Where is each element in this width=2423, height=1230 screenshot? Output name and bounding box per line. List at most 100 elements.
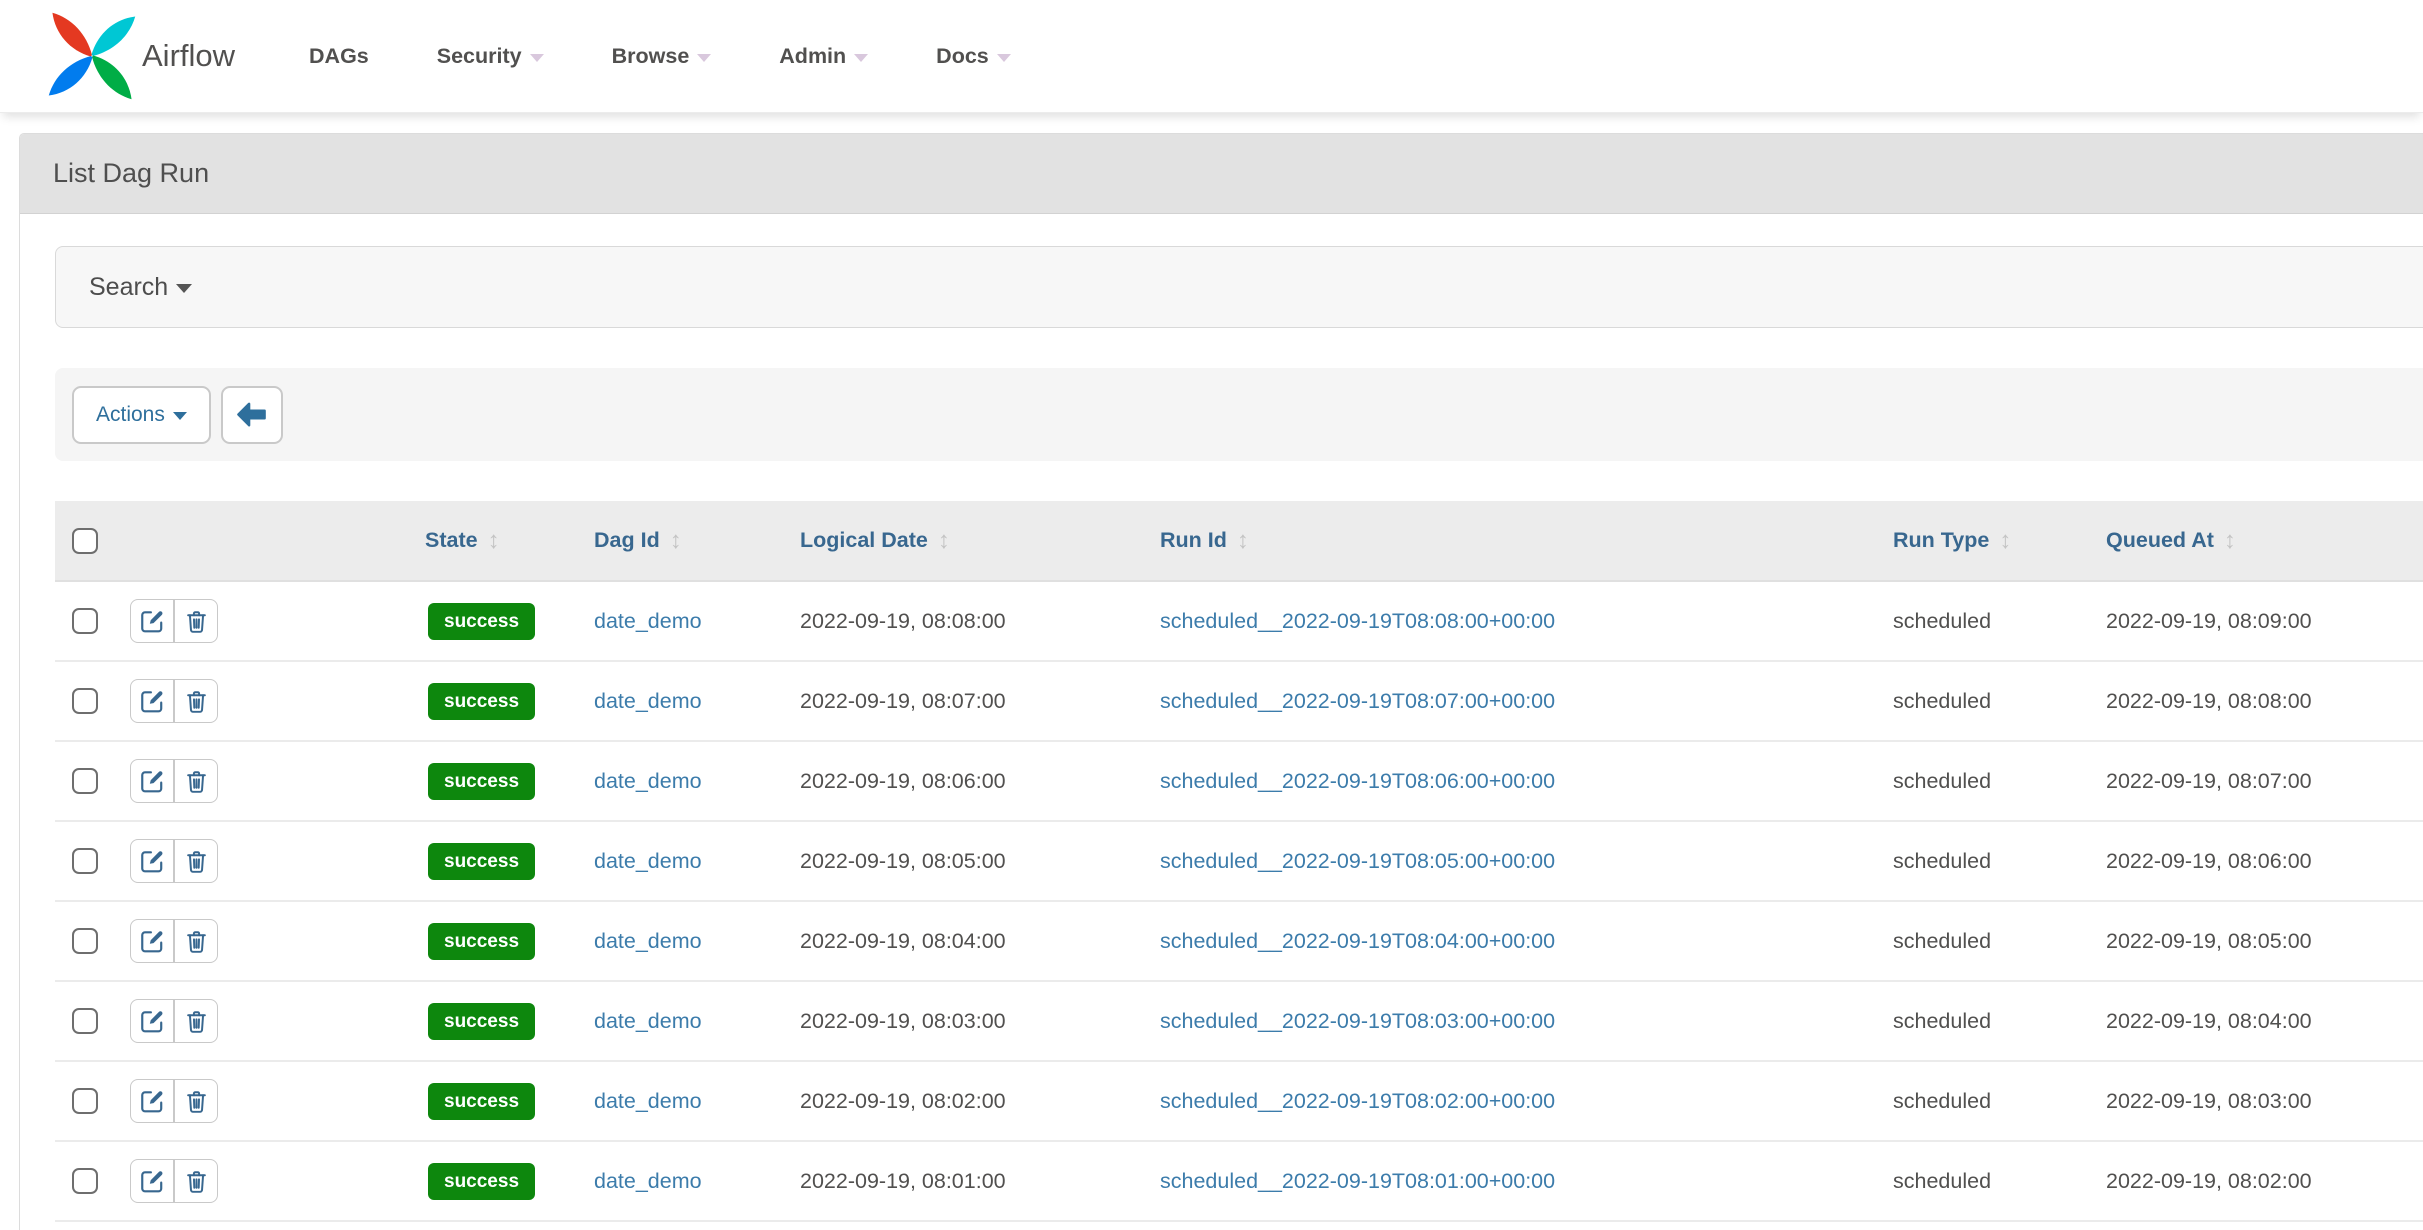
queued-at-cell: 2022-09-19, 08:06:00	[2106, 821, 2423, 901]
run-id-link[interactable]: scheduled__2022-09-19T08:05:00+00:00	[1160, 849, 1555, 873]
sort-icon: ↕	[670, 527, 682, 555]
trash-icon	[184, 609, 209, 634]
run-type-cell: scheduled	[1893, 901, 2106, 981]
edit-pencil-icon	[139, 608, 165, 634]
edit-record-button[interactable]	[130, 919, 174, 963]
row-checkbox[interactable]	[72, 688, 98, 714]
dag-id-link[interactable]: date_demo	[594, 689, 702, 713]
sortable-column-header[interactable]: Run Type ↕	[1893, 527, 2106, 555]
dag-id-link[interactable]: date_demo	[594, 769, 702, 793]
sortable-column-header[interactable]: Queued At ↕	[2106, 527, 2423, 555]
queued-at-cell: 2022-09-19, 08:03:00	[2106, 1061, 2423, 1141]
trash-icon	[184, 769, 209, 794]
row-checkbox[interactable]	[72, 1168, 98, 1194]
dag-id-link[interactable]: date_demo	[594, 849, 702, 873]
state-badge: success	[428, 1003, 535, 1040]
run-id-link[interactable]: scheduled__2022-09-19T08:02:00+00:00	[1160, 1089, 1555, 1113]
page-title: List Dag Run	[20, 134, 2423, 214]
edit-record-button[interactable]	[130, 999, 174, 1043]
sortable-column-header[interactable]: Run Id ↕	[1160, 527, 1893, 555]
nav-item[interactable]: DAGs	[275, 44, 403, 69]
logical-date-cell: 2022-09-19, 08:08:00	[800, 581, 1160, 661]
search-filter-toggle[interactable]: Search	[55, 246, 2423, 328]
airflow-pinwheel-logo-icon	[46, 10, 138, 102]
dag-id-link[interactable]: date_demo	[594, 1009, 702, 1033]
select-all-checkbox[interactable]	[72, 528, 98, 554]
trash-icon	[184, 1089, 209, 1114]
edit-record-button[interactable]	[130, 1159, 174, 1203]
sortable-column-header[interactable]: Dag Id ↕	[594, 527, 800, 555]
logical-date-cell: 2022-09-19, 08:05:00	[800, 821, 1160, 901]
edit-record-button[interactable]	[130, 679, 174, 723]
sort-icon: ↕	[488, 527, 500, 555]
sort-icon: ↕	[2224, 527, 2236, 555]
run-id-link[interactable]: scheduled__2022-09-19T08:08:00+00:00	[1160, 609, 1555, 633]
caret-down-icon	[997, 54, 1011, 62]
edit-pencil-icon	[139, 1088, 165, 1114]
dag-id-link[interactable]: date_demo	[594, 609, 702, 633]
actions-column-header	[130, 501, 425, 581]
nav-item[interactable]: Admin	[745, 44, 902, 69]
table-row: success date_demo 2022-09-19, 08:08:00 s…	[55, 581, 2423, 661]
delete-record-button[interactable]	[174, 1079, 218, 1123]
row-actions	[130, 919, 218, 963]
run-id-link[interactable]: scheduled__2022-09-19T08:03:00+00:00	[1160, 1009, 1555, 1033]
row-checkbox[interactable]	[72, 1088, 98, 1114]
delete-record-button[interactable]	[174, 919, 218, 963]
table-header-row: State ↕ Dag Id ↕ Logical Date ↕ Run Id ↕…	[55, 501, 2423, 581]
state-badge: success	[428, 1163, 535, 1200]
caret-down-icon	[697, 54, 711, 62]
queued-at-cell: 2022-09-19, 08:07:00	[2106, 741, 2423, 821]
row-actions	[130, 1159, 218, 1203]
actions-toolbar: Actions	[55, 368, 2423, 461]
run-type-cell: scheduled	[1893, 821, 2106, 901]
row-checkbox[interactable]	[72, 768, 98, 794]
run-id-link[interactable]: scheduled__2022-09-19T08:06:00+00:00	[1160, 769, 1555, 793]
run-id-link[interactable]: scheduled__2022-09-19T08:01:00+00:00	[1160, 1169, 1555, 1193]
dag-id-link[interactable]: date_demo	[594, 1089, 702, 1113]
search-label: Search	[89, 273, 168, 302]
delete-record-button[interactable]	[174, 1159, 218, 1203]
row-checkbox[interactable]	[72, 1008, 98, 1034]
sortable-column-header[interactable]: State ↕	[425, 527, 594, 555]
delete-record-button[interactable]	[174, 999, 218, 1043]
row-checkbox[interactable]	[72, 928, 98, 954]
edit-record-button[interactable]	[130, 759, 174, 803]
dag-id-link[interactable]: date_demo	[594, 1169, 702, 1193]
run-id-link[interactable]: scheduled__2022-09-19T08:07:00+00:00	[1160, 689, 1555, 713]
row-checkbox[interactable]	[72, 608, 98, 634]
dag-id-link[interactable]: date_demo	[594, 929, 702, 953]
chevron-down-icon	[176, 284, 192, 293]
run-type-cell: scheduled	[1893, 661, 2106, 741]
sortable-column-header[interactable]: Logical Date ↕	[800, 527, 1160, 555]
run-type-cell: scheduled	[1893, 1141, 2106, 1221]
nav-item-label: Admin	[779, 44, 846, 69]
edit-record-button[interactable]	[130, 599, 174, 643]
nav-item[interactable]: Docs	[902, 44, 1045, 69]
delete-record-button[interactable]	[174, 679, 218, 723]
delete-record-button[interactable]	[174, 839, 218, 883]
edit-record-button[interactable]	[130, 839, 174, 883]
logical-date-cell: 2022-09-19, 08:07:00	[800, 661, 1160, 741]
delete-record-button[interactable]	[174, 599, 218, 643]
queued-at-cell: 2022-09-19, 08:05:00	[2106, 901, 2423, 981]
nav-item-label: Browse	[612, 44, 690, 69]
airflow-brand[interactable]: Airflow	[46, 10, 235, 102]
actions-dropdown-button[interactable]: Actions	[72, 386, 211, 444]
logical-date-cell: 2022-09-19, 08:01:00	[800, 1141, 1160, 1221]
nav-item-label: Security	[437, 44, 522, 69]
row-actions	[130, 759, 218, 803]
row-actions	[130, 679, 218, 723]
run-id-link[interactable]: scheduled__2022-09-19T08:04:00+00:00	[1160, 929, 1555, 953]
row-checkbox[interactable]	[72, 848, 98, 874]
nav-item[interactable]: Security	[403, 44, 578, 69]
sort-icon: ↕	[1237, 527, 1249, 555]
row-actions	[130, 599, 218, 643]
state-badge: success	[428, 603, 535, 640]
column-header-label: Dag Id	[594, 528, 660, 553]
delete-record-button[interactable]	[174, 759, 218, 803]
edit-record-button[interactable]	[130, 1079, 174, 1123]
run-type-cell: scheduled	[1893, 981, 2106, 1061]
nav-item[interactable]: Browse	[578, 44, 746, 69]
back-button[interactable]	[221, 386, 283, 444]
